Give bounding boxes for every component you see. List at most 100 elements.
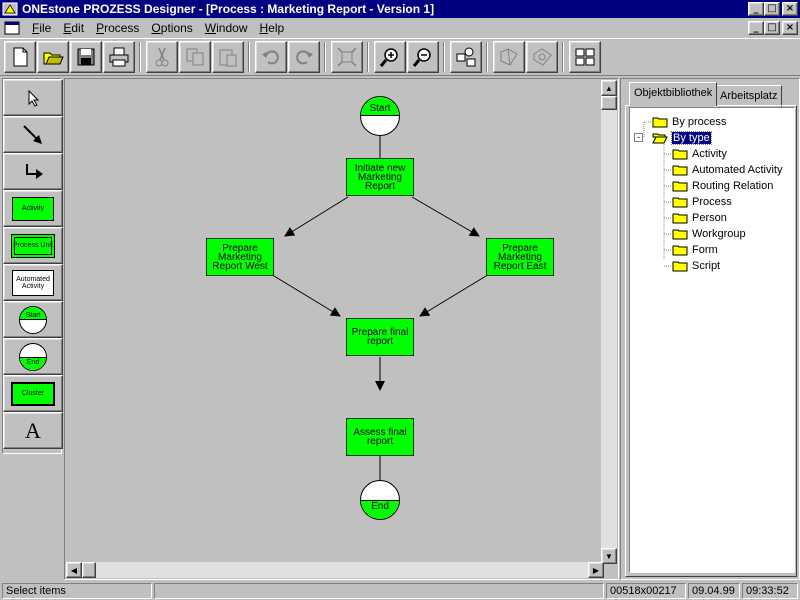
folder-icon [672, 197, 688, 208]
routing-link-tool[interactable] [3, 153, 63, 190]
scroll-right-button[interactable]: ▶ [588, 562, 604, 578]
scroll-left-button[interactable]: ◀ [66, 562, 82, 578]
close-button[interactable]: × [782, 2, 798, 16]
tree-node-form[interactable]: Form [672, 242, 718, 258]
object-library-panel: Objektbibliothek Arbeitsplatz By process… [620, 78, 800, 580]
open-icon [43, 52, 64, 65]
open-folder-icon [652, 133, 668, 144]
title-bar: ONEstone PROZESS Designer - [Process : M… [0, 0, 800, 18]
horizontal-scrollbar[interactable]: ◀ ▶ [66, 562, 604, 578]
start-shape-icon: Start [19, 305, 47, 334]
save-icon [77, 48, 95, 66]
menu-process[interactable]: Process [90, 21, 145, 35]
process-unit-shape-icon: Process Unit [11, 233, 55, 258]
shapes-button[interactable] [450, 41, 482, 73]
save-button[interactable] [70, 41, 102, 73]
document-menu-icon[interactable] [4, 21, 20, 35]
link-tool[interactable] [3, 116, 63, 153]
arrow-pointer-icon [28, 89, 40, 107]
horizontal-scroll-thumb[interactable] [82, 562, 96, 578]
status-coords: 00518x00217 [606, 583, 686, 599]
cut-icon [155, 47, 169, 67]
menu-edit[interactable]: Edit [57, 21, 90, 35]
child-close-button[interactable]: × [782, 21, 798, 35]
automated-activity-tool[interactable]: Automated Activity [3, 264, 63, 301]
status-spacer [154, 583, 604, 599]
library-2-button[interactable] [526, 41, 558, 73]
diagram-canvas[interactable]: Start Initiate new Marketing Report Prep… [66, 80, 604, 564]
activity-prepare-east[interactable]: Prepare Marketing Report East [486, 238, 554, 276]
open-button[interactable] [37, 41, 69, 73]
activity-prepare-west[interactable]: Prepare Marketing Report West [206, 238, 274, 276]
menu-help[interactable]: Help [253, 21, 290, 35]
menu-window[interactable]: Window [199, 21, 254, 35]
start-tool[interactable]: Start [3, 301, 63, 338]
tree-node-process[interactable]: Process [672, 194, 732, 210]
cluster-tool[interactable]: Cluster [3, 375, 63, 412]
folder-icon [652, 117, 668, 128]
text-tool[interactable]: A [3, 412, 63, 449]
print-icon [109, 47, 129, 67]
child-restore-button[interactable]: □ [764, 21, 780, 35]
end-tool[interactable]: End [3, 338, 63, 375]
tree-node-by-type[interactable]: By type [652, 130, 712, 146]
object-tree[interactable]: By process - By type Activity Automated … [629, 107, 795, 573]
tree-node-person[interactable]: Person [672, 210, 727, 226]
tree-node-workgroup[interactable]: Workgroup [672, 226, 746, 242]
activity-initiate[interactable]: Initiate new Marketing Report [346, 158, 414, 196]
menu-bar: File Edit Process Options Window Help _ … [0, 18, 800, 38]
tree-node-automated-activity[interactable]: Automated Activity [672, 162, 783, 178]
tab-arbeitsplatz[interactable]: Arbeitsplatz [715, 85, 783, 107]
paste-icon [219, 49, 237, 67]
fit-view-button[interactable] [331, 41, 363, 73]
minimize-icon: _ [753, 22, 759, 33]
activity-shape-icon: Activity [12, 196, 54, 221]
tree-collapse-toggle[interactable]: - [634, 133, 643, 142]
zoom-out-button[interactable] [407, 41, 439, 73]
connector [411, 196, 480, 237]
redo-button[interactable] [288, 41, 320, 73]
status-time: 09:33:52 [742, 583, 798, 599]
zoom-in-button[interactable] [374, 41, 406, 73]
tree-node-script[interactable]: Script [672, 258, 720, 274]
new-button[interactable] [4, 41, 36, 73]
activity-assess-final[interactable]: Assess final report [346, 418, 414, 456]
end-node[interactable]: End [360, 480, 400, 520]
app-icon[interactable] [2, 1, 18, 17]
window-title: ONEstone PROZESS Designer - [Process : M… [22, 2, 435, 16]
maximize-button[interactable]: □ [764, 2, 780, 16]
close-icon: × [785, 3, 795, 14]
folder-icon [672, 245, 688, 256]
menu-options[interactable]: Options [145, 21, 198, 35]
tree-node-activity[interactable]: Activity [672, 146, 727, 162]
tree-node-by-process[interactable]: By process [652, 114, 726, 130]
minimize-button[interactable]: _ [748, 2, 764, 16]
paste-button[interactable] [212, 41, 244, 73]
select-tool[interactable] [3, 79, 63, 116]
activity-prepare-final[interactable]: Prepare final report [346, 318, 414, 356]
connector [419, 275, 487, 317]
start-node[interactable]: Start [360, 96, 400, 136]
child-minimize-button[interactable]: _ [748, 21, 764, 35]
folder-icon [672, 149, 688, 160]
layout-button[interactable] [569, 41, 601, 73]
print-button[interactable] [103, 41, 135, 73]
library-button[interactable] [493, 41, 525, 73]
connector [273, 275, 341, 317]
activity-tool[interactable]: Activity [3, 190, 63, 227]
vertical-scroll-thumb[interactable] [601, 96, 617, 110]
undo-button[interactable] [255, 41, 287, 73]
copy-button[interactable] [179, 41, 211, 73]
connector [284, 196, 349, 237]
tab-objektbibliothek[interactable]: Objektbibliothek [629, 82, 718, 106]
menu-file[interactable]: File [26, 21, 57, 35]
folder-icon [672, 181, 688, 192]
automated-activity-shape-icon: Automated Activity [12, 269, 54, 296]
vertical-scrollbar[interactable]: ▲ ▼ [601, 80, 617, 564]
tree-node-routing-relation[interactable]: Routing Relation [672, 178, 773, 194]
cut-button[interactable] [146, 41, 178, 73]
scroll-up-button[interactable]: ▲ [601, 80, 617, 96]
restore-icon: □ [767, 22, 777, 33]
process-unit-tool[interactable]: Process Unit [3, 227, 63, 264]
folder-icon [672, 261, 688, 272]
